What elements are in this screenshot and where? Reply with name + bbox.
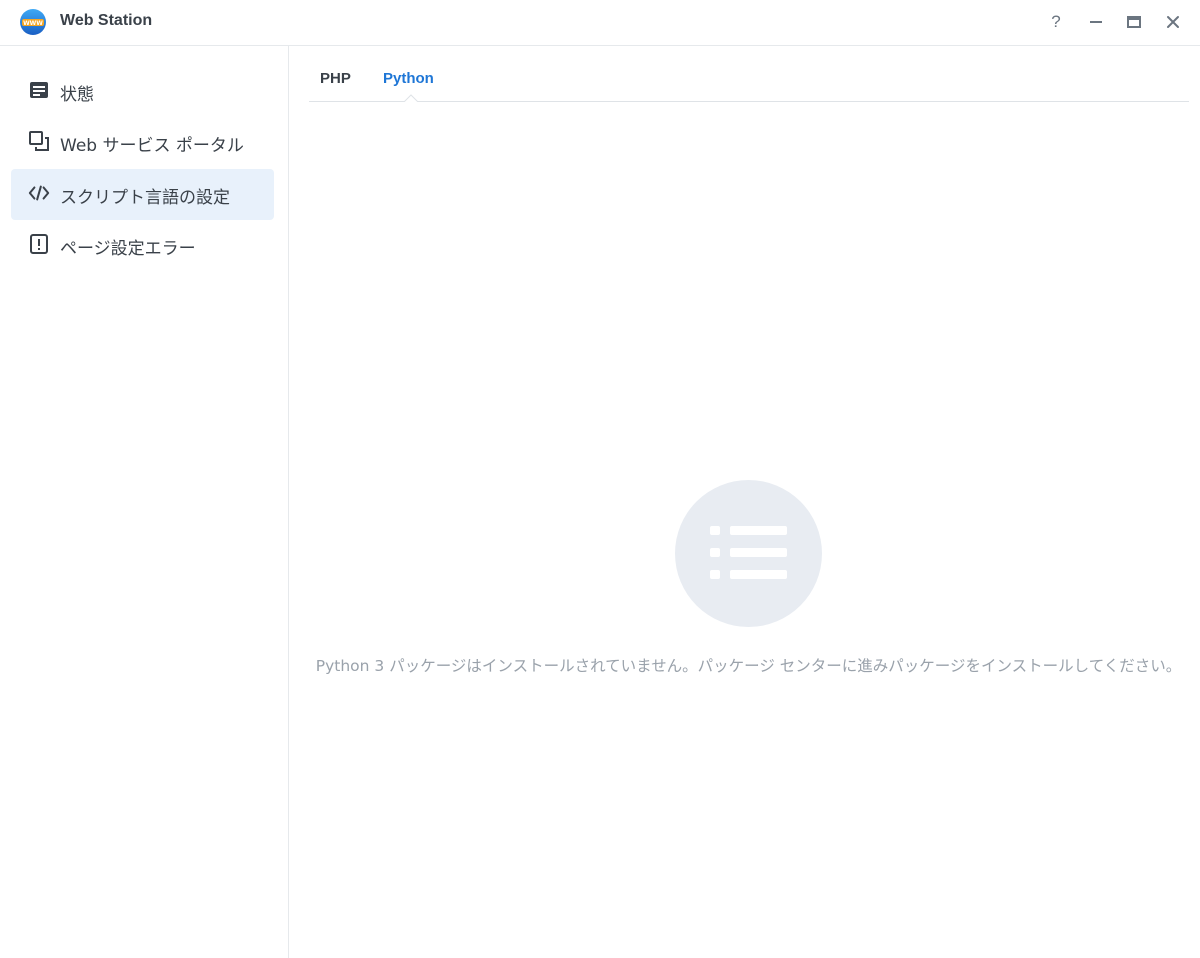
maximize-button[interactable] <box>1123 11 1145 33</box>
close-button[interactable] <box>1162 11 1184 33</box>
sidebar-item-label: Web サービス ポータル <box>60 136 244 156</box>
sidebar-item-status[interactable]: 状態 <box>11 66 274 117</box>
maximize-icon <box>1127 16 1141 28</box>
title-bar: WWW Web Station ? <box>0 0 1200 46</box>
minimize-icon <box>1090 21 1102 23</box>
close-icon <box>1167 16 1179 28</box>
sidebar-item-label: 状態 <box>60 85 94 105</box>
sidebar: 状態 Web サービス ポータル スクリプト言語の設定 ページ設定エラー <box>0 46 289 958</box>
status-icon <box>28 79 50 101</box>
minimize-button[interactable] <box>1085 11 1107 33</box>
sidebar-item-script-language-settings[interactable]: スクリプト言語の設定 <box>11 169 274 220</box>
list-icon <box>710 526 787 579</box>
code-icon <box>28 182 50 204</box>
active-tab-caret-icon <box>404 94 418 102</box>
sidebar-item-page-setting-errors[interactable]: ページ設定エラー <box>11 220 274 271</box>
empty-state-message: Python 3 パッケージはインストールされていません。パッケージ センターに… <box>315 657 1182 675</box>
tab-bar: PHP Python <box>309 46 1189 102</box>
app-title: Web Station <box>60 12 153 29</box>
tab-python[interactable]: Python <box>383 70 434 87</box>
logo-text: WWW <box>23 20 43 27</box>
error-icon <box>28 233 50 255</box>
sidebar-item-web-service-portal[interactable]: Web サービス ポータル <box>11 117 274 168</box>
tab-php[interactable]: PHP <box>320 70 351 87</box>
sidebar-item-label: ページ設定エラー <box>60 239 196 259</box>
help-button[interactable]: ? <box>1045 11 1067 33</box>
web-station-logo-icon: WWW <box>19 8 47 36</box>
empty-state-illustration <box>675 480 822 627</box>
portal-icon <box>28 130 50 152</box>
sidebar-item-label: スクリプト言語の設定 <box>60 188 230 208</box>
